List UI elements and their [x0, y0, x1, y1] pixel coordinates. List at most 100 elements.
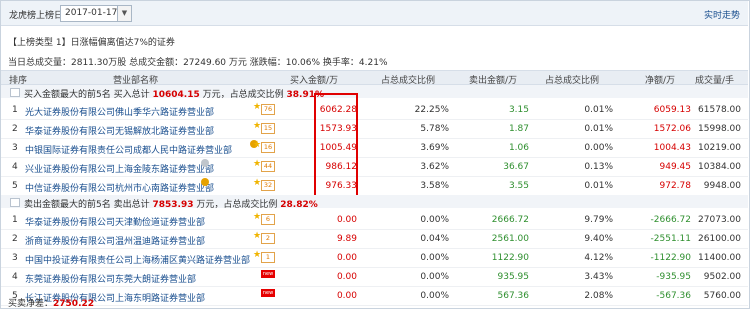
star-icon: ★ [253, 178, 262, 188]
row-index: 2 [12, 124, 18, 134]
table-header: 排序 营业部名称 买入金额/万 占总成交比例 卖出金额/万 占总成交比例 净额/… [1, 70, 748, 86]
sell-amount: 36.67 [503, 162, 529, 172]
sell-amount: 3.55 [508, 181, 529, 191]
rank-badge: 16 [261, 142, 275, 153]
table-row[interactable]: 3 中银国际证券有限责任公司成都人民中路证券营业部 ★ 16 1005.49 3… [1, 138, 748, 158]
buy-amount: 9.89 [336, 234, 357, 244]
date-select[interactable]: 2017-01-17 ▼ [60, 5, 132, 22]
star-icon: ★ [253, 231, 262, 241]
dept-name-link[interactable]: 东莞证券股份有限公司东莞大朗证券营业部 [25, 272, 196, 285]
chevron-down-icon[interactable]: ▼ [117, 6, 131, 21]
new-badge: new [261, 270, 275, 278]
star-icon: ★ [253, 140, 262, 150]
dept-name-link[interactable]: 中银国际证券有限责任公司成都人民中路证券营业部 [25, 143, 232, 156]
net-summary: 买卖净差：2750.22 [8, 296, 94, 309]
top-bar: 龙虎榜上榜日 2017-01-17 ▼ 实时走势 [1, 1, 748, 26]
star-icon: ★ [253, 212, 262, 222]
volume: 9948.00 [703, 181, 741, 191]
row-index: 1 [12, 215, 18, 225]
table-row[interactable]: 1 光大证券股份有限公司佛山季华六路证券营业部 ★ 76 6062.28 22.… [1, 100, 748, 120]
rank-badge: 32 [261, 180, 275, 191]
sell-ratio: 2.08% [584, 291, 613, 301]
dept-name-link[interactable]: 光大证券股份有限公司佛山季华六路证券营业部 [25, 105, 214, 118]
volume: 10219.00 [698, 143, 741, 153]
dept-name-link[interactable]: 中信证券股份有限公司杭州市心南路证券营业部 [25, 181, 214, 194]
star-icon: ★ [253, 250, 262, 260]
row-index: 1 [12, 105, 18, 115]
star-icon: ★ [253, 159, 262, 169]
buy-amount: 0.00 [336, 291, 357, 301]
sell-ratio: 0.01% [584, 105, 613, 115]
volume: 15998.00 [698, 124, 741, 134]
buy-ratio: 22.25% [414, 105, 449, 115]
sell-amount: 2561.00 [491, 234, 529, 244]
volume: 10384.00 [698, 162, 741, 172]
dept-name-link[interactable]: 浙商证券股份有限公司温州温迪路证券营业部 [25, 234, 205, 247]
rank-badge: 6 [261, 214, 275, 225]
row-index: 3 [12, 253, 18, 263]
buy-amount: 0.00 [336, 253, 357, 263]
table-row[interactable]: 3 中国中投证券有限责任公司上海杨浦区黄兴路证券营业部 ★ 1 0.00 0.0… [1, 248, 748, 268]
date-label: 龙虎榜上榜日 [9, 11, 64, 21]
row-index: 3 [12, 143, 18, 153]
buy-group-title: 买入金额最大的前5名 买入总计 10604.15 万元，占总成交比例 38.91… [24, 90, 325, 100]
sell-group-header[interactable]: 卖出金额最大的前5名 卖出总计 7853.93 万元，占总成交比例 28.82% [1, 195, 748, 210]
buy-amount: 0.00 [336, 215, 357, 225]
table-row[interactable]: 2 华泰证券股份有限公司无锡解放北路证券营业部 ★ 15 1573.93 5.7… [1, 119, 748, 139]
sell-ratio: 3.43% [584, 272, 613, 282]
sell-ratio: 0.01% [584, 124, 613, 134]
rank-badge: 44 [261, 161, 275, 172]
buy-ratio: 0.00% [420, 291, 449, 301]
collapse-icon[interactable] [10, 88, 20, 97]
row-index: 5 [12, 181, 18, 191]
sell-amount: 2666.72 [491, 215, 529, 225]
dept-name-link[interactable]: 兴业证券股份有限公司上海金陵东路证券营业部 [25, 162, 214, 175]
table-row[interactable]: 2 浙商证券股份有限公司温州温迪路证券营业部 ★ 2 9.89 0.04% 25… [1, 229, 748, 249]
date-value: 2017-01-17 [65, 8, 118, 18]
dept-name-link[interactable]: 华泰证券股份有限公司无锡解放北路证券营业部 [25, 124, 214, 137]
star-icon: ★ [253, 121, 262, 131]
buy-ratio: 0.00% [420, 272, 449, 282]
sell-ratio: 0.13% [584, 162, 613, 172]
dept-name-link[interactable]: 华泰证券股份有限公司天津勤俭道证券营业部 [25, 215, 205, 228]
sell-ratio: 4.12% [584, 253, 613, 263]
rank-badge: 15 [261, 123, 275, 134]
sell-amount: 1122.90 [491, 253, 529, 263]
listing-summary: 当日总成交量：2811.30万股 总成交金额：27249.60 万元 涨跌幅：1… [8, 58, 388, 68]
volume: 61578.00 [698, 105, 741, 115]
buy-ratio: 3.69% [420, 143, 449, 153]
rank-badge: 1 [261, 252, 275, 263]
table-row[interactable]: 4 东莞证券股份有限公司东莞大朗证券营业部 new 0.00 0.00% 935… [1, 267, 748, 287]
table-row[interactable]: 4 兴业证券股份有限公司上海金陵东路证券营业部 ★ 44 986.12 3.62… [1, 157, 748, 177]
row-index: 4 [12, 272, 18, 282]
volume: 5760.00 [703, 291, 741, 301]
table-row[interactable]: 1 华泰证券股份有限公司天津勤俭道证券营业部 ★ 6 0.00 0.00% 26… [1, 210, 748, 230]
sell-amount: 3.15 [508, 105, 529, 115]
sell-amount: 935.95 [497, 272, 530, 282]
table-row[interactable]: 5 长江证券股份有限公司上海东明路证券营业部 new 0.00 0.00% 56… [1, 286, 748, 306]
volume: 27073.00 [698, 215, 741, 225]
sell-amount: 567.36 [497, 291, 530, 301]
sell-ratio: 9.40% [584, 234, 613, 244]
row-index: 2 [12, 234, 18, 244]
buy-ratio: 0.00% [420, 215, 449, 225]
medal-icon [201, 159, 209, 167]
collapse-icon[interactable] [10, 198, 20, 207]
medal-icon [201, 178, 209, 186]
table-row[interactable]: 5 中信证券股份有限公司杭州市心南路证券营业部 ★ 32 976.33 3.58… [1, 176, 748, 196]
buy-ratio: 3.62% [420, 162, 449, 172]
sell-amount: 1.87 [508, 124, 529, 134]
buy-group-header[interactable]: 买入金额最大的前5名 买入总计 10604.15 万元，占总成交比例 38.91… [1, 85, 748, 100]
buy-ratio: 0.00% [420, 253, 449, 263]
volume: 11400.00 [698, 253, 741, 263]
dept-name-link[interactable]: 中国中投证券有限责任公司上海杨浦区黄兴路证券营业部 [25, 253, 250, 266]
sell-ratio: 9.79% [584, 215, 613, 225]
rank-badge: 76 [261, 104, 275, 115]
volume: 26100.00 [698, 234, 741, 244]
realtime-link[interactable]: 实时走势 [704, 8, 740, 21]
listing-type: 【上榜类型 1】日涨幅偏离值达7%的证券 [8, 38, 175, 48]
buy-ratio: 5.78% [420, 124, 449, 134]
sell-amount: 1.06 [508, 143, 529, 153]
net-label: 买卖净差： [8, 299, 54, 309]
buy-ratio: 3.58% [420, 181, 449, 191]
